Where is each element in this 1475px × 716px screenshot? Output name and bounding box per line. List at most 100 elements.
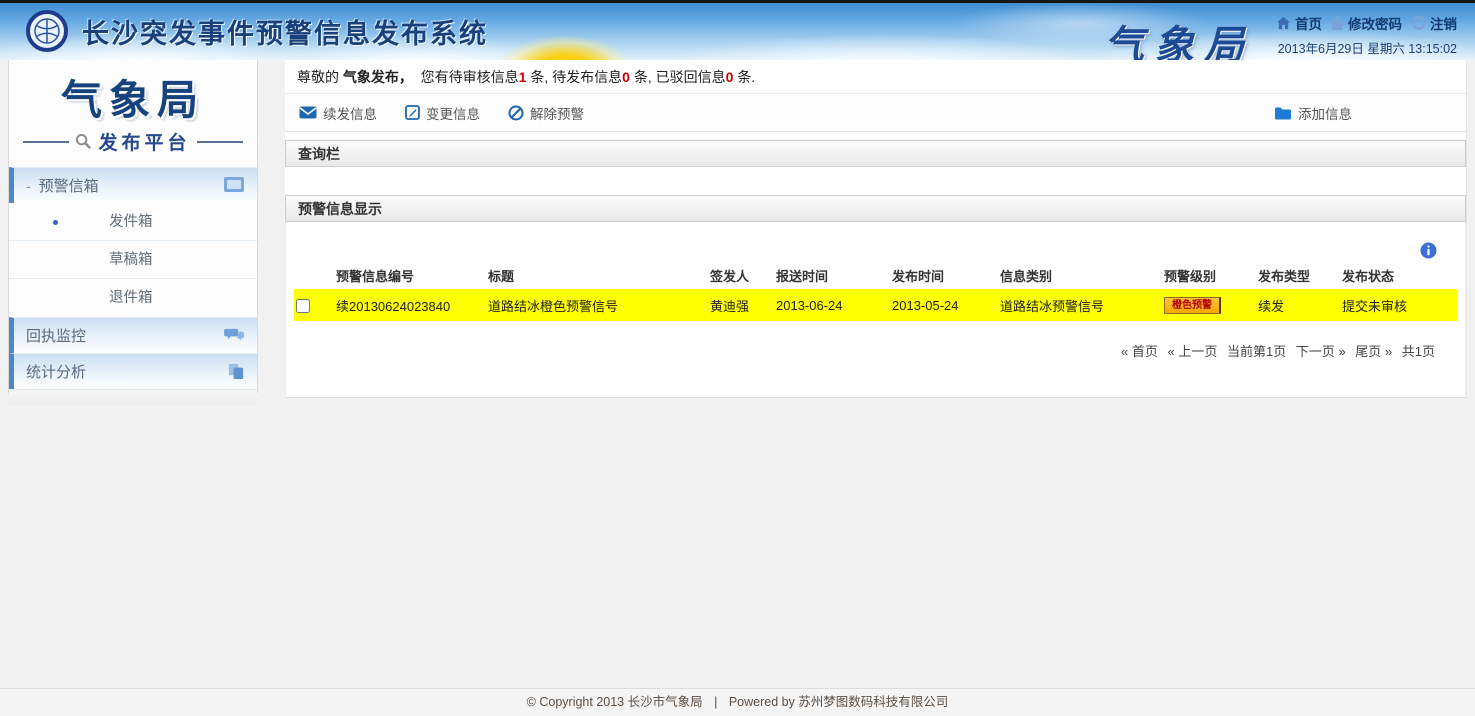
sidebar-item-warning-inbox[interactable]: - 预警信箱: [9, 167, 257, 203]
nav-home-label: 首页: [1295, 13, 1322, 33]
col-publish-type: 发布类型: [1256, 262, 1340, 289]
sidebar-item-label: 统计分析: [26, 361, 86, 382]
left-rule: [23, 141, 69, 143]
header-datetime: 2013年6月29日 星期六 13:15:02: [1278, 38, 1457, 57]
sidebar-footer-strip: [9, 389, 257, 405]
col-publish-status: 发布状态: [1340, 262, 1457, 289]
cell-publish-status: 提交未审核: [1340, 289, 1457, 321]
table-row[interactable]: 续20130624023840 道路结冰橙色预警信号 黄迪强 2013-06-2…: [294, 289, 1457, 321]
nav-logout-link[interactable]: 注销: [1411, 13, 1457, 33]
pagination-next[interactable]: 下一页 »: [1296, 344, 1346, 359]
active-bullet: [53, 220, 58, 225]
cell-category: 道路结冰预警信号: [998, 289, 1162, 321]
envelope-icon: [299, 106, 317, 119]
warning-display-body: 预警信息编号 标题 签发人 报送时间 发布时间 信息类别 预警级别 发布类型 发…: [285, 222, 1466, 396]
header-logo-group: 长沙突发事件预警信息发布系统: [26, 10, 488, 52]
sidebar-item-label: 退件箱: [109, 290, 153, 306]
greeting-seg4: 条.: [733, 69, 755, 85]
home-icon: [1276, 16, 1291, 30]
resend-info-button[interactable]: 续发信息: [299, 103, 377, 123]
greeting-seg1: 您有待审核信息: [413, 69, 519, 85]
row-checkbox-cell: [294, 289, 334, 321]
col-publish-time: 发布时间: [890, 262, 998, 289]
col-signer: 签发人: [708, 262, 774, 289]
sidebar-item-drafts[interactable]: 草稿箱: [9, 241, 257, 279]
sidebar-logo-subtitle: 发布平台: [98, 128, 190, 155]
folder-icon: [1274, 106, 1292, 120]
chat-bubbles-icon: [224, 326, 245, 343]
add-info-button[interactable]: 添加信息: [1274, 103, 1352, 123]
app-title: 长沙突发事件预警信息发布系统: [82, 12, 488, 51]
toolbar-right-group: 添加信息: [1274, 103, 1452, 123]
edit-square-icon: [405, 105, 420, 120]
sidebar: 气象局 发布平台 - 预警信箱 发件箱 草稿箱: [8, 60, 258, 393]
greeting-username: 气象发布，: [343, 69, 413, 85]
cell-report-time: 2013-06-24: [774, 289, 890, 321]
nav-logout-label: 注销: [1430, 13, 1457, 33]
nav-change-password-link[interactable]: 修改密码: [1331, 13, 1402, 33]
col-title: 标题: [486, 262, 708, 289]
greeting-seg2: 条, 待发布信息: [526, 69, 622, 85]
nav-home-link[interactable]: 首页: [1276, 13, 1322, 33]
sidebar-item-receipt-monitor[interactable]: 回执监控: [9, 317, 257, 353]
sidebar-item-label: 草稿箱: [109, 252, 153, 268]
sidebar-item-label: 发件箱: [109, 214, 153, 230]
table-header-row: 预警信息编号 标题 签发人 报送时间 发布时间 信息类别 预警级别 发布类型 发…: [294, 262, 1457, 289]
right-rule: [197, 141, 243, 143]
col-warning-id: 预警信息编号: [334, 262, 486, 289]
panel-gap: [285, 167, 1466, 195]
sidebar-item-label: 回执监控: [26, 325, 86, 346]
sidebar-logo: 气象局 发布平台: [9, 60, 257, 155]
resend-info-label: 续发信息: [323, 103, 377, 123]
cell-publish-time: 2013-05-24: [890, 289, 998, 321]
cancel-warning-label: 解除预警: [530, 103, 584, 123]
lock-icon: [1331, 16, 1344, 31]
magnifier-icon: [75, 133, 92, 150]
toolbar-left-group: 续发信息 变更信息 解除预警: [299, 103, 584, 123]
change-info-label: 变更信息: [426, 103, 480, 123]
sidebar-logo-title: 气象局: [9, 66, 257, 126]
collapse-indicator: -: [26, 178, 31, 194]
pending-publish-count: 0: [622, 69, 630, 85]
cell-title: 道路结冰橙色预警信号: [486, 289, 708, 321]
query-bar-header[interactable]: 查询栏: [285, 140, 1466, 167]
change-info-button[interactable]: 变更信息: [405, 103, 480, 123]
pagination-prev[interactable]: « 上一页: [1168, 344, 1218, 359]
col-category: 信息类别: [998, 262, 1162, 289]
sidebar-item-statistics[interactable]: 统计分析: [9, 353, 257, 389]
sidebar-item-returned[interactable]: 退件箱: [9, 279, 257, 317]
pagination-current: 当前第1页: [1227, 344, 1286, 359]
sidebar-item-outbox[interactable]: 发件箱: [9, 203, 257, 241]
add-info-label: 添加信息: [1298, 103, 1352, 123]
cell-warning-id: 续20130624023840: [334, 289, 486, 321]
page-footer: © Copyright 2013 长沙市气象局 | Powered by 苏州梦…: [0, 688, 1475, 716]
cell-publish-type: 续发: [1256, 289, 1340, 321]
pagination-total: 共1页: [1402, 344, 1435, 359]
footer-divider: |: [714, 695, 717, 709]
cell-signer: 黄迪强: [708, 289, 774, 321]
col-report-time: 报送时间: [774, 262, 890, 289]
pagination: « 首页 « 上一页 当前第1页 下一页 » 尾页 » 共1页: [286, 341, 1465, 360]
checkbox-column-header: [294, 262, 334, 289]
app-header: 长沙突发事件预警信息发布系统 气象局 首页 修改密码 注销: [0, 3, 1475, 60]
bureau-emblem-icon: [26, 10, 68, 52]
warning-display-header: 预警信息显示: [285, 195, 1466, 222]
header-links: 首页 修改密码 注销 2013年6月29日 星期六 13:15:02: [1276, 13, 1457, 57]
orange-warning-badge[interactable]: 橙色预警: [1164, 297, 1221, 314]
main-content: 尊敬的 气象发布， 您有待审核信息1 条, 待发布信息0 条, 已驳回信息0 条…: [285, 60, 1467, 398]
col-warning-level: 预警级别: [1162, 262, 1256, 289]
action-toolbar: 续发信息 变更信息 解除预警 添加信息: [285, 94, 1466, 132]
pagination-first[interactable]: « 首页: [1121, 344, 1158, 359]
no-sign-icon: [508, 105, 524, 121]
warning-table: 预警信息编号 标题 签发人 报送时间 发布时间 信息类别 预警级别 发布类型 发…: [294, 262, 1457, 321]
cancel-warning-button[interactable]: 解除预警: [508, 103, 584, 123]
info-icon[interactable]: [1420, 242, 1437, 259]
pagination-last[interactable]: 尾页 »: [1355, 344, 1392, 359]
sidebar-menu: - 预警信箱 发件箱 草稿箱 退件箱 回执监控: [9, 167, 257, 389]
inbox-panel-icon: [223, 176, 245, 193]
row-checkbox[interactable]: [296, 299, 310, 313]
copy-pages-icon: [227, 362, 245, 380]
cell-warning-level: 橙色预警: [1162, 289, 1256, 321]
sidebar-submenu: 发件箱 草稿箱 退件箱: [9, 203, 257, 317]
greeting-seg3: 条, 已驳回信息: [630, 69, 726, 85]
